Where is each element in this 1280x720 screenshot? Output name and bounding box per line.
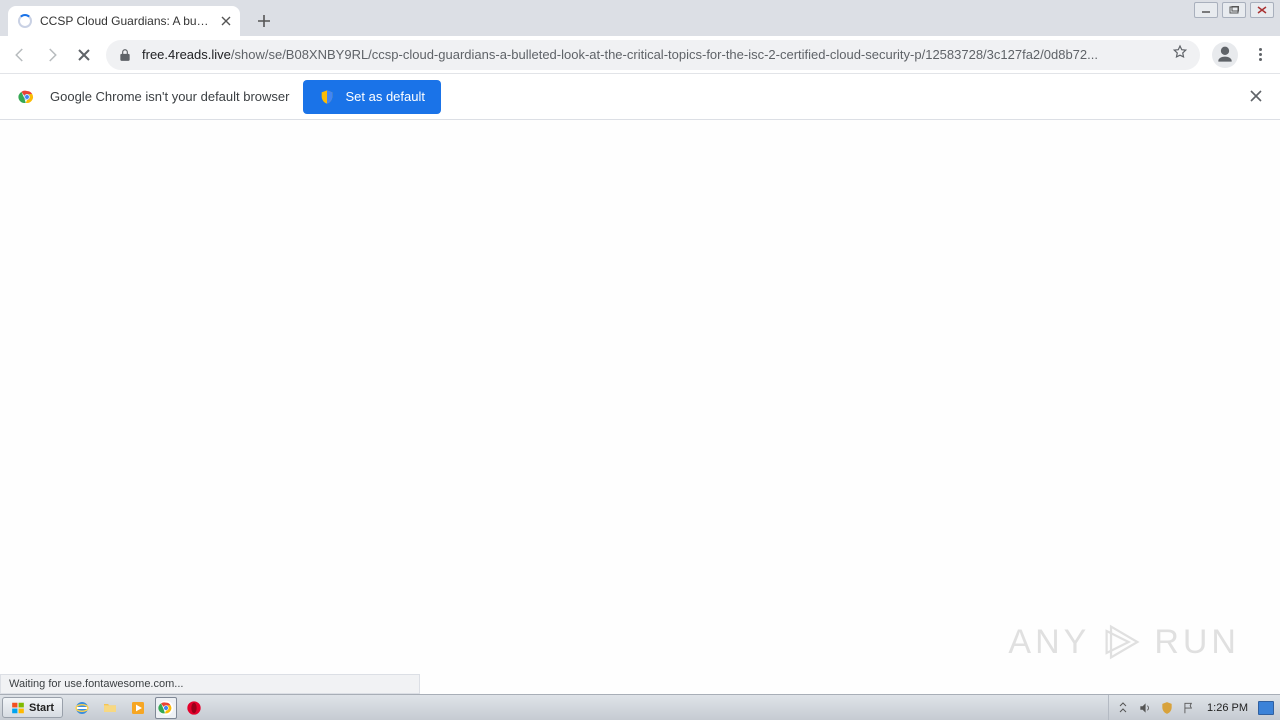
- taskbar-chrome-button[interactable]: [155, 697, 177, 719]
- tray-clock: 1:26 PM: [1207, 702, 1248, 714]
- chrome-icon: [158, 700, 174, 716]
- chevron-up-icon: [1119, 702, 1127, 714]
- infobar-dismiss-button[interactable]: [1250, 86, 1262, 107]
- star-icon: [1172, 44, 1188, 60]
- taskbar-media-button[interactable]: [127, 697, 149, 719]
- tray-volume-button[interactable]: [1137, 700, 1153, 716]
- lock-icon: [118, 48, 132, 62]
- maximize-button[interactable]: [1222, 2, 1246, 18]
- close-window-button[interactable]: [1250, 2, 1274, 18]
- close-icon: [1257, 6, 1267, 14]
- taskbar-opera-button[interactable]: [183, 697, 205, 719]
- dot-icon: [1259, 53, 1262, 56]
- taskbar-explorer-button[interactable]: [99, 697, 121, 719]
- set-default-label: Set as default: [345, 89, 425, 104]
- tray-expand-button[interactable]: [1115, 700, 1131, 716]
- close-icon: [221, 16, 231, 26]
- plus-icon: [257, 14, 271, 28]
- ie-icon: [74, 700, 90, 716]
- anyrun-watermark: ANY RUN: [1008, 620, 1240, 664]
- status-text: Waiting for use.fontawesome.com...: [9, 678, 183, 690]
- status-bar: Waiting for use.fontawesome.com...: [0, 674, 420, 694]
- taskbar-ie-button[interactable]: [71, 697, 93, 719]
- system-tray: 1:26 PM: [1108, 695, 1280, 720]
- media-player-icon: [130, 700, 146, 716]
- start-button[interactable]: Start: [2, 697, 63, 718]
- shield-icon: [319, 89, 335, 105]
- watermark-text-left: ANY: [1008, 623, 1090, 662]
- folder-icon: [102, 700, 118, 716]
- close-icon: [1250, 90, 1262, 102]
- dot-icon: [1259, 48, 1262, 51]
- back-button[interactable]: [6, 41, 34, 69]
- maximize-icon: [1229, 6, 1239, 14]
- browser-window: CCSP Cloud Guardians: A bulleted lo free…: [0, 0, 1280, 694]
- profile-button[interactable]: [1212, 42, 1238, 68]
- url-host: free.4reads.live: [142, 47, 231, 62]
- new-tab-button[interactable]: [252, 9, 276, 33]
- windows-taskbar: Start 1:26 PM: [0, 694, 1280, 720]
- watermark-text-right: RUN: [1154, 623, 1240, 662]
- browser-toolbar: free.4reads.live/show/se/B08XNBY9RL/ccsp…: [0, 36, 1280, 74]
- minimize-icon: [1201, 6, 1211, 14]
- arrow-left-icon: [11, 46, 29, 64]
- flag-icon: [1182, 701, 1196, 715]
- tray-flag-button[interactable]: [1181, 700, 1197, 716]
- dot-icon: [1259, 58, 1262, 61]
- url-path: /show/se/B08XNBY9RL/ccsp-cloud-guardians…: [231, 47, 1098, 62]
- chrome-icon: [18, 88, 36, 106]
- address-bar[interactable]: free.4reads.live/show/se/B08XNBY9RL/ccsp…: [106, 40, 1200, 70]
- close-icon: [77, 48, 91, 62]
- stop-reload-button[interactable]: [70, 41, 98, 69]
- person-icon: [1215, 45, 1235, 65]
- tray-shield-button[interactable]: [1159, 700, 1175, 716]
- play-outline-icon: [1100, 620, 1144, 664]
- arrow-right-icon: [43, 46, 61, 64]
- default-browser-infobar: Google Chrome isn't your default browser…: [0, 74, 1280, 120]
- show-desktop-button[interactable]: [1258, 700, 1274, 716]
- opera-icon: [186, 700, 202, 716]
- tab-title: CCSP Cloud Guardians: A bulleted lo: [40, 14, 210, 28]
- windows-flag-icon: [11, 701, 25, 715]
- shield-icon: [1160, 701, 1174, 715]
- minimize-button[interactable]: [1194, 2, 1218, 18]
- desktop-icon: [1258, 701, 1274, 715]
- infobar-message: Google Chrome isn't your default browser: [50, 89, 289, 104]
- tab-strip: CCSP Cloud Guardians: A bulleted lo: [0, 0, 1280, 36]
- tab-close-button[interactable]: [220, 15, 232, 27]
- chrome-menu-button[interactable]: [1252, 48, 1268, 61]
- forward-button[interactable]: [38, 41, 66, 69]
- speaker-icon: [1138, 701, 1152, 715]
- set-default-button[interactable]: Set as default: [303, 80, 441, 114]
- window-controls: [1194, 2, 1274, 18]
- quick-launch: [71, 695, 205, 720]
- tab-loading-spinner-icon: [18, 14, 32, 28]
- page-viewport: ANY RUN Waiting for use.fontawesome.com.…: [0, 120, 1280, 694]
- start-label: Start: [29, 702, 54, 714]
- bookmark-button[interactable]: [1172, 44, 1188, 65]
- tab-active[interactable]: CCSP Cloud Guardians: A bulleted lo: [8, 6, 240, 36]
